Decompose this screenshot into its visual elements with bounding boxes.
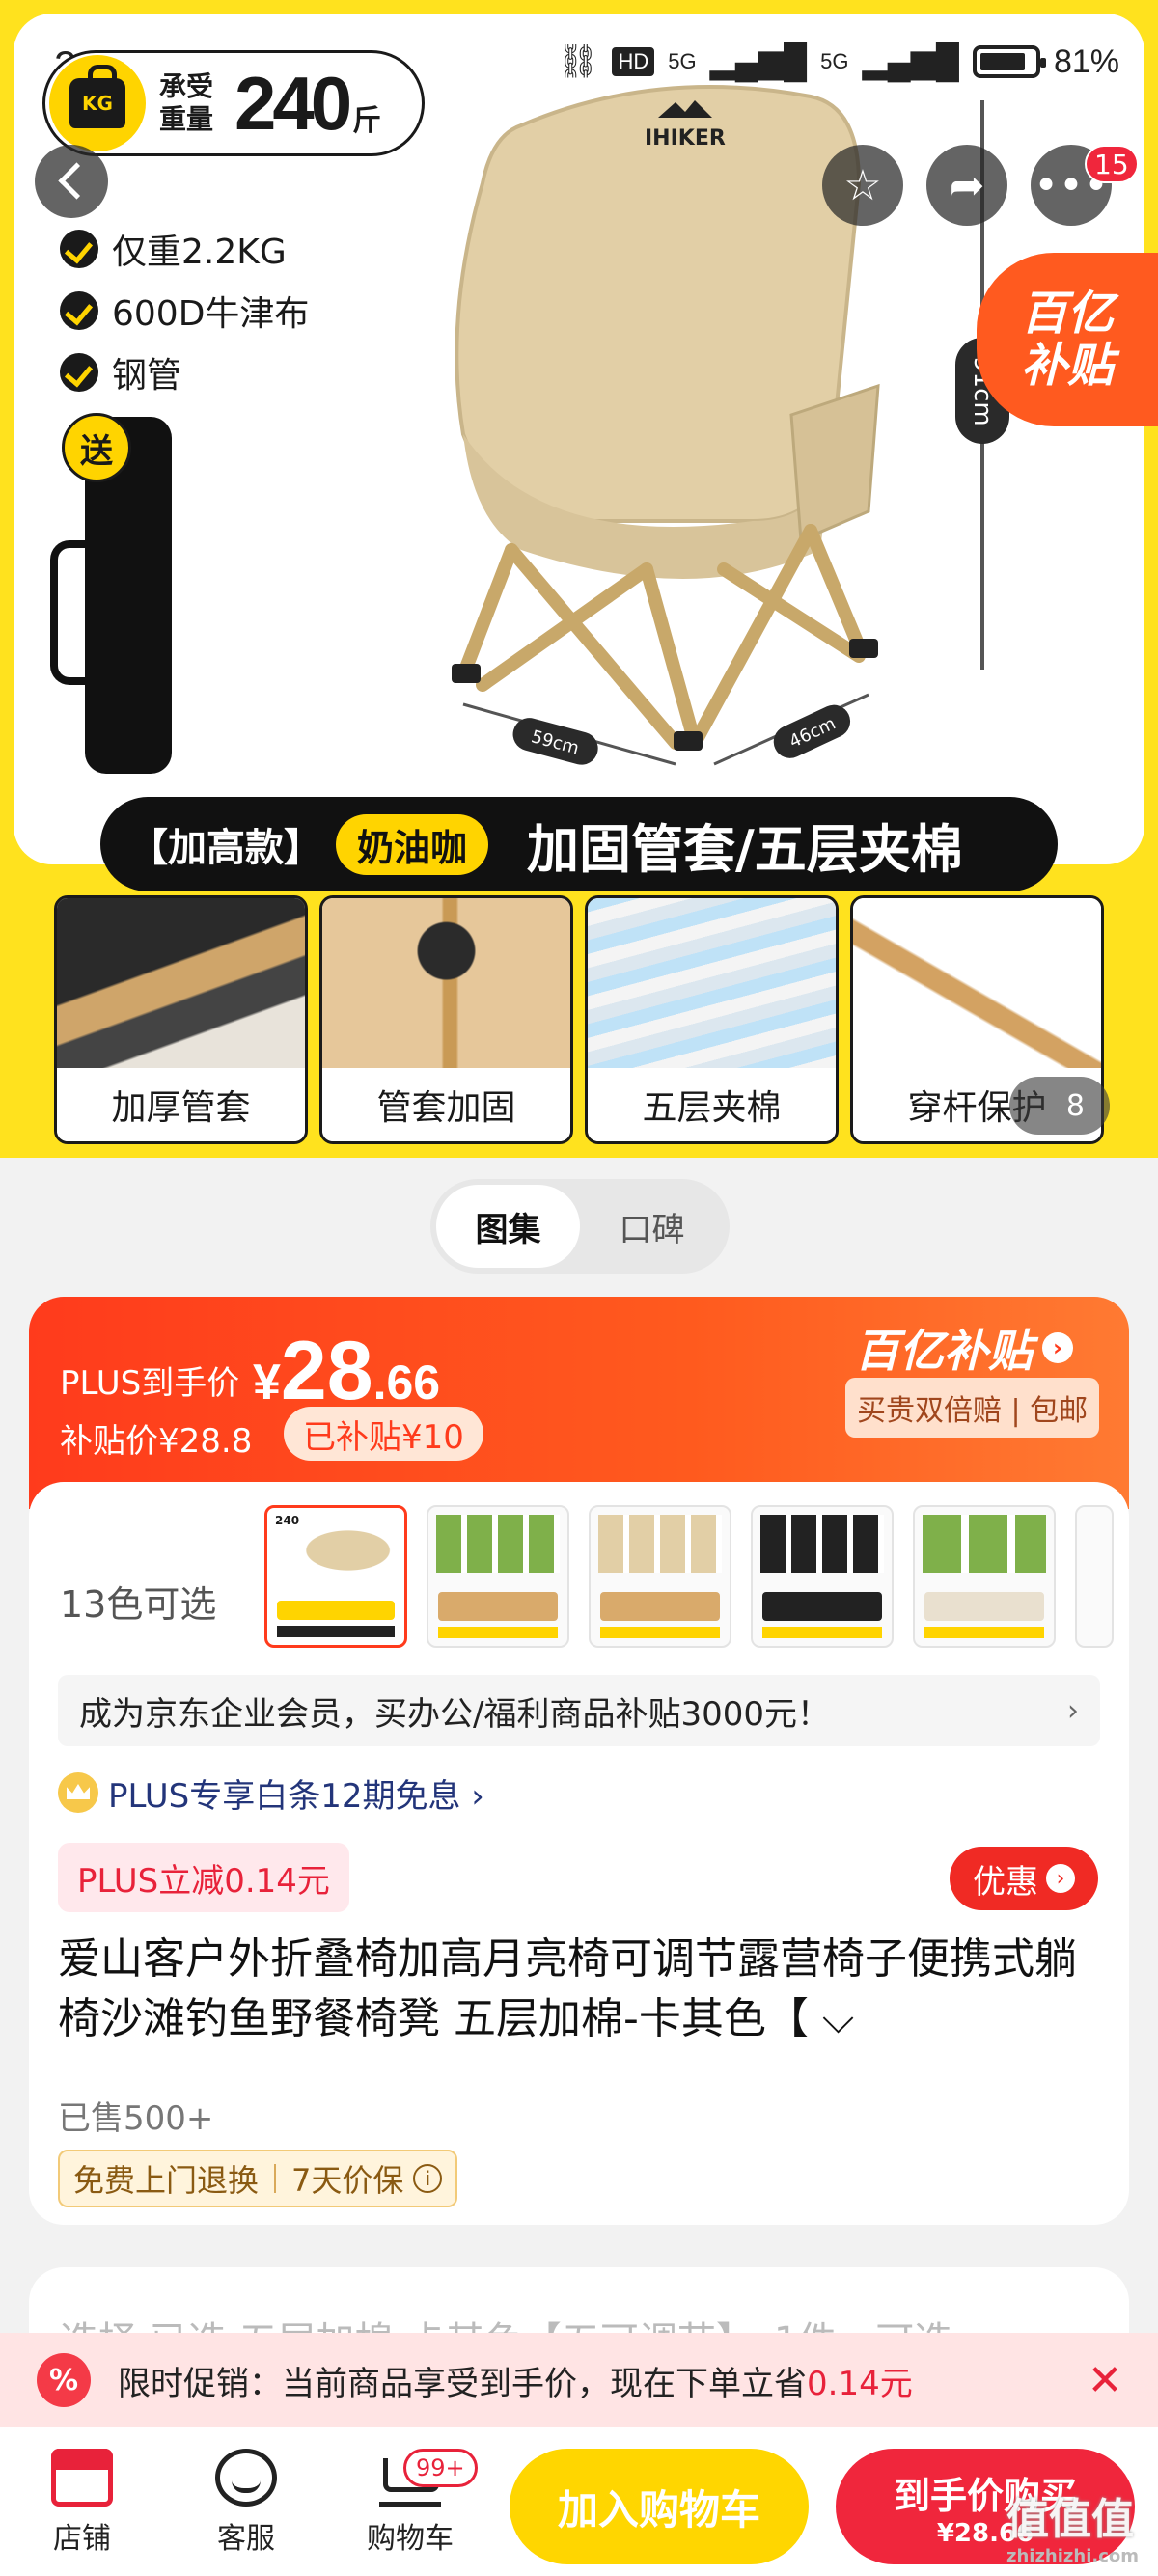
enterprise-member-bar[interactable]: 成为京东企业会员，买办公/福利商品补贴3000元！ ›: [58, 1675, 1100, 1746]
variant-strip: 【加高款】 奶油咖 加固管套/五层夹棉: [100, 797, 1058, 891]
watermark: 值值值 zhizhizhi.com: [1006, 2495, 1139, 2566]
service-return: 免费上门退换: [73, 2162, 260, 2199]
subsidy-price: 补贴价¥28.8: [60, 1422, 253, 1461]
color-count[interactable]: 13色可选: [60, 1575, 216, 1628]
feature-thumbnails: 加厚管套 管套加固 五层夹棉 穿杆保护: [54, 895, 1104, 1144]
load-label: 承受重量: [159, 70, 214, 135]
crown-icon: [58, 1772, 98, 1813]
subsidy-tag[interactable]: 百亿 补贴: [977, 253, 1158, 426]
feature-item: 钢管: [60, 342, 309, 403]
store-icon: [51, 2449, 113, 2507]
swatch-load-label: 240: [275, 1514, 300, 1527]
tab-gallery[interactable]: 图集: [436, 1185, 580, 1268]
chat-face-icon: [215, 2449, 277, 2507]
subsidy-amount-tag: 已补贴¥10: [284, 1407, 483, 1461]
store-button[interactable]: 店铺: [29, 2449, 135, 2557]
hero-gallery[interactable]: 22:25 ⛓ HD 5G ▂▄▆█ 5G ▂▄▆█ 81% KG 承受重量 2…: [0, 0, 1158, 1158]
enterprise-member-text: 成为京东企业会员，买办公/福利商品补贴3000元！: [79, 1694, 830, 1734]
product-title[interactable]: 爱山客户外折叠椅加高月亮椅可调节露营椅子便携式躺椅沙滩钓鱼野餐椅凳 五层加棉-卡…: [58, 1930, 1100, 2049]
gallery-tabs: 图集 口碑: [430, 1179, 730, 1274]
color-swatch[interactable]: 240: [264, 1505, 407, 1648]
check-icon: [60, 353, 98, 392]
bottom-action-bar: 店铺 客服 购物车 99+ 加入购物车 到手价购买 ¥28.66 值值值 zhiz…: [0, 2427, 1158, 2576]
battery-level: 81%: [1053, 42, 1119, 80]
color-swatch[interactable]: [589, 1505, 731, 1648]
promo-banner: % 限时促销：当前商品享受到手价，现在下单立省0.14元 ✕: [0, 2333, 1158, 2427]
feature-item: 600D牛津布: [60, 280, 309, 342]
color-swatches: 240: [264, 1505, 1133, 1648]
thumbnail-label: 加厚管套: [57, 1068, 305, 1141]
service-tags[interactable]: 免费上门退换 7天价保 i: [58, 2150, 458, 2207]
info-icon[interactable]: i: [413, 2164, 443, 2193]
add-to-cart-button[interactable]: 加入购物车: [510, 2449, 809, 2564]
chevron-right-icon: ›: [1042, 1332, 1073, 1363]
subsidy-line1: 百亿: [1020, 287, 1114, 341]
thumbnail[interactable]: 五层夹棉: [585, 895, 839, 1144]
thumbnail-label: 五层夹棉: [588, 1068, 836, 1141]
product-page: 22:25 ⛓ HD 5G ▂▄▆█ 5G ▂▄▆█ 81% KG 承受重量 2…: [0, 0, 1158, 2576]
thumbnail[interactable]: 加厚管套: [54, 895, 308, 1144]
customer-service-button[interactable]: 客服: [193, 2449, 299, 2557]
sold-count: 已售500+: [58, 2099, 214, 2138]
plus-installment-text: PLUS专享白条12期免息 ›: [108, 1776, 484, 1816]
variant-kind: 【加高款】: [129, 826, 322, 870]
feature-list: 仅重2.2KG 600D牛津布 钢管: [60, 218, 309, 403]
gift-badge: 送: [62, 413, 131, 482]
check-icon: [60, 291, 98, 330]
plus-price-label: PLUS到手价: [60, 1364, 240, 1403]
promo-text: 限时促销：当前商品享受到手价，现在下单立省0.14元: [118, 2364, 913, 2403]
chevron-right-icon: ›: [1067, 1693, 1079, 1728]
share-icon: ➦: [949, 160, 985, 210]
thumbnail-label: 管套加固: [322, 1068, 570, 1141]
battery-icon: [972, 45, 1046, 78]
variant-feature: 加固管套/五层夹棉: [527, 818, 963, 880]
weight-icon: KG: [49, 55, 146, 151]
more-badge: 15: [1085, 145, 1139, 183]
cart-badge: 99+: [403, 2449, 478, 2487]
load-unit: 斤: [352, 104, 382, 138]
service-price-protect: 7天价保: [291, 2162, 404, 2199]
promotion-button[interactable]: 优惠 ›: [950, 1847, 1098, 1910]
back-button[interactable]: [35, 145, 108, 218]
plus-discount-tag: PLUS立减0.14元: [58, 1843, 349, 1912]
billion-subsidy-logo[interactable]: 百亿补贴 ›: [855, 1316, 1073, 1380]
color-swatch[interactable]: [751, 1505, 894, 1648]
star-icon: ☆: [843, 160, 882, 210]
product-info-card: 13色可选 240 成为京东企业会员，买办公/福利商品补贴3000元！ › PL…: [29, 1482, 1129, 2225]
percent-icon: %: [37, 2353, 91, 2407]
price-header: PLUS到手价 ¥28.66 补贴价¥28.8 已补贴¥10 百亿补贴 › 买贵双…: [29, 1297, 1129, 1509]
color-swatch[interactable]: [1075, 1505, 1114, 1648]
tab-reviews[interactable]: 口碑: [580, 1185, 724, 1268]
price-panel: PLUS到手价 ¥28.66 补贴价¥28.8 已补贴¥10 百亿补贴 › 买贵双…: [29, 1297, 1129, 2261]
close-icon[interactable]: ✕: [1081, 2356, 1129, 2405]
chevron-right-icon: ›: [1046, 1864, 1075, 1893]
plus-price: ¥28.66: [253, 1325, 441, 1417]
chevron-down-icon[interactable]: ⌵: [822, 1994, 854, 2043]
plus-installment-row[interactable]: PLUS专享白条12期免息 ›: [58, 1764, 484, 1822]
feature-item: 仅重2.2KG: [60, 218, 309, 280]
color-swatch[interactable]: [913, 1505, 1056, 1648]
favorite-button[interactable]: ☆: [822, 145, 903, 226]
brand-text: IHIKER: [645, 126, 726, 151]
color-swatch[interactable]: [427, 1505, 569, 1648]
load-capacity-badge: KG 承受重量 240 斤: [42, 50, 425, 156]
guarantee-tag: 买贵双倍赔 | 包邮: [845, 1378, 1100, 1438]
load-value: 240: [234, 60, 352, 146]
thumbnail[interactable]: 管套加固: [319, 895, 573, 1144]
image-counter: 8: [1009, 1077, 1110, 1135]
subsidy-line2: 补贴: [1020, 339, 1114, 393]
share-button[interactable]: ➦: [926, 145, 1007, 226]
check-icon: [60, 230, 98, 268]
variant-color: 奶油咖: [336, 813, 489, 875]
